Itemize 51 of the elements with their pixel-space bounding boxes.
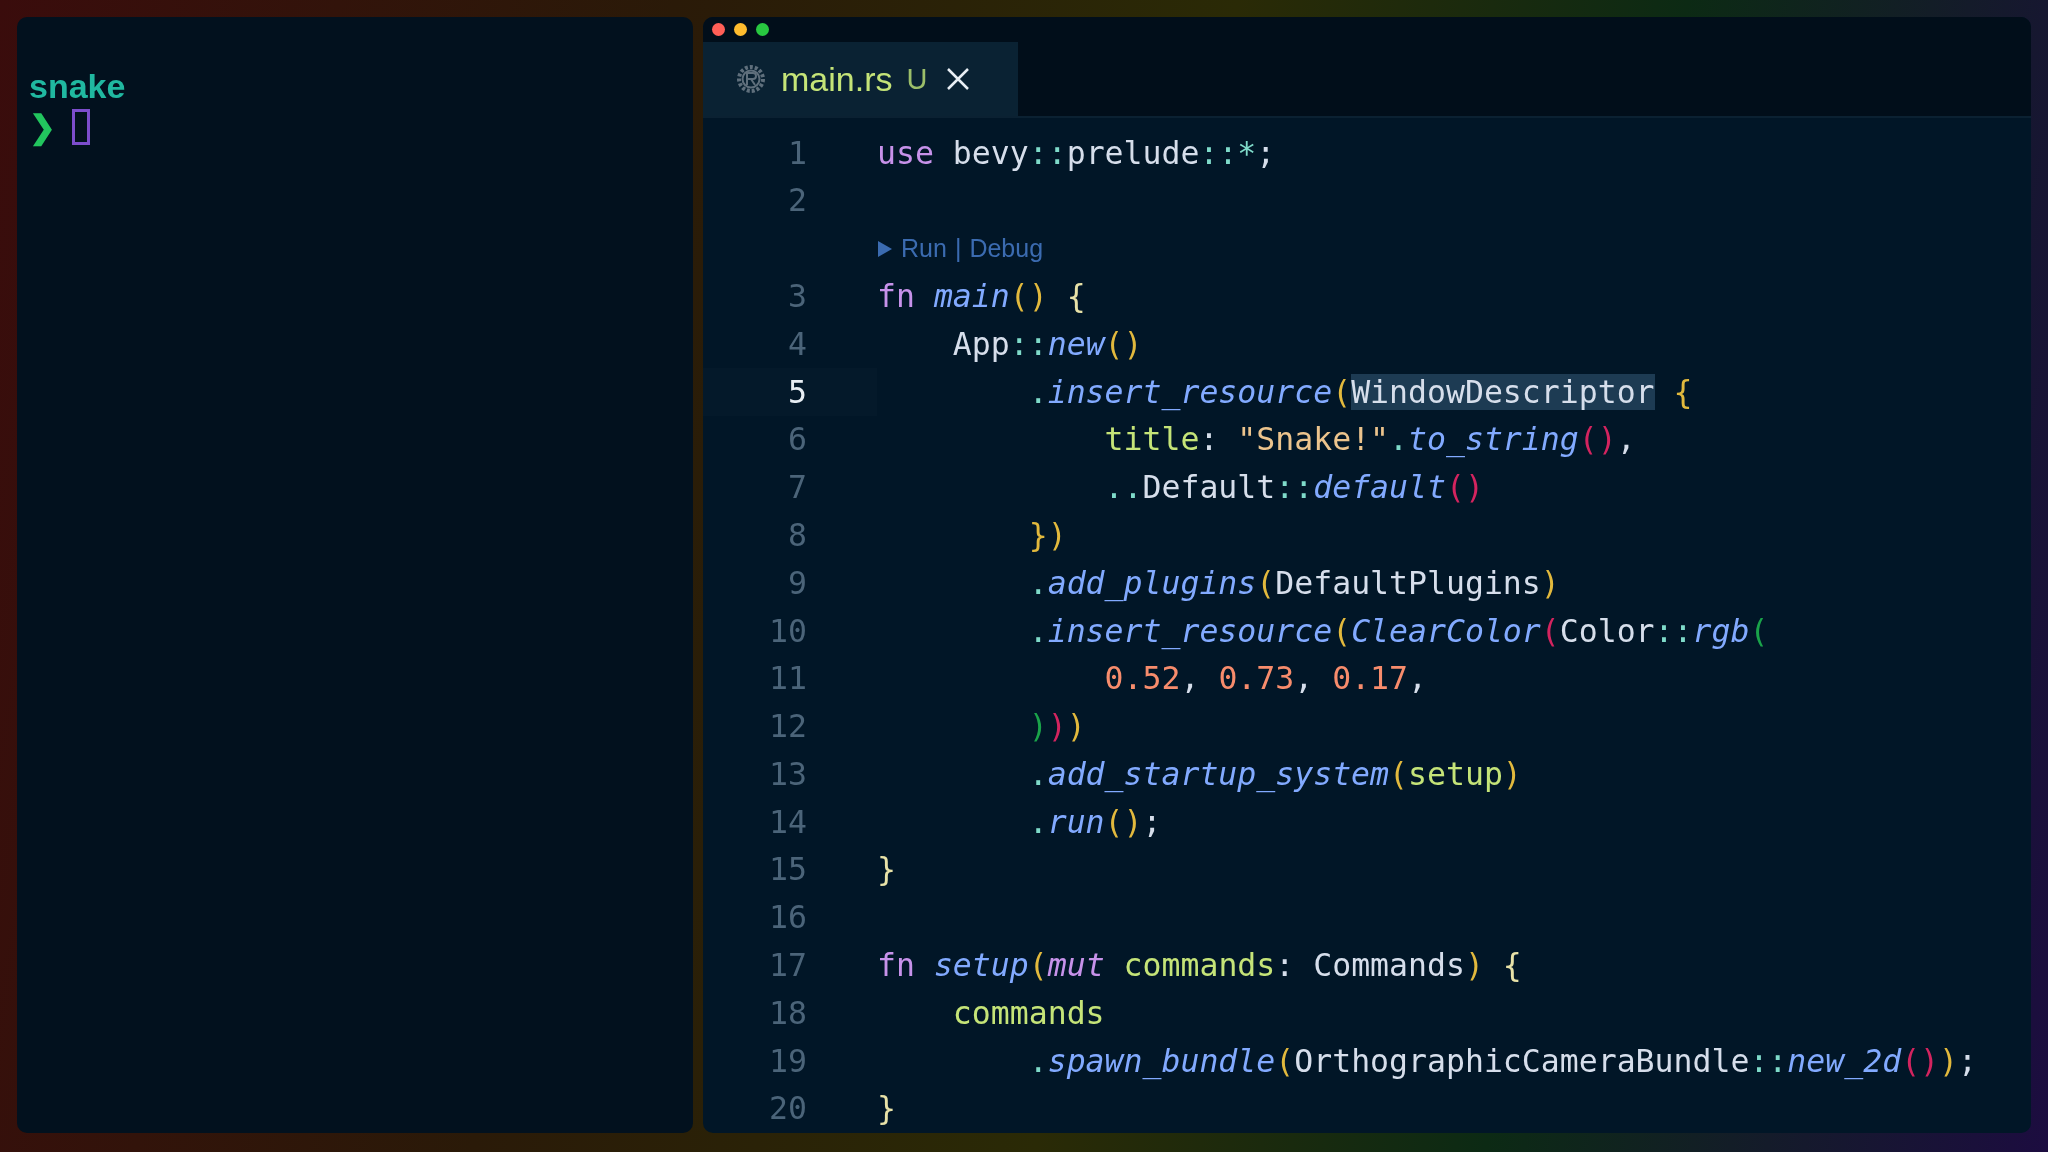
gear-icon (735, 63, 767, 96)
code-line: }) (1027, 515, 1067, 555)
line-number: 12 (768, 707, 807, 747)
code-line: fn main() { (877, 276, 1086, 316)
play-icon (877, 239, 893, 258)
code-line: use bevy::prelude::*; (877, 133, 1276, 173)
code-line: .insert_resource(ClearColor(Color::rgb( (1027, 611, 1769, 652)
line-number: 11 (768, 659, 807, 699)
code-line: commands (951, 993, 1105, 1033)
line-number: 15 (768, 850, 807, 890)
run-link[interactable]: Run (901, 230, 947, 268)
line-number: 8 (787, 515, 807, 555)
code-line: 0.52, 0.73, 0.17, (1103, 659, 1427, 699)
separator: | (954, 233, 962, 264)
code-line: .add_plugins(DefaultPlugins) (1027, 563, 1560, 604)
line-number: 17 (768, 946, 807, 986)
code-line: } (877, 850, 896, 890)
code-line: title: "Snake!".to_string(), (1103, 420, 1636, 460)
code-line: ..Default::default() (1103, 468, 1484, 508)
tab-filename: main.rs (781, 58, 893, 100)
line-number: 10 (768, 611, 807, 651)
line-number: 1 (787, 133, 807, 173)
code-line: .insert_resource(WindowDescriptor { (1027, 372, 1693, 413)
line-number: 18 (768, 993, 807, 1033)
code-line: .add_startup_system(setup) (1027, 754, 1522, 795)
code-line: fn setup(mut commands: Commands) { (877, 946, 1522, 986)
line-number: 7 (787, 468, 807, 508)
git-status-label: U (906, 61, 928, 97)
line-number: 2 (787, 181, 807, 221)
zoom-window-button[interactable] (756, 23, 769, 37)
line-number: 6 (787, 420, 807, 460)
code-line: .run(); (1027, 802, 1162, 842)
line-number: 3 (787, 276, 807, 316)
line-number: 14 (768, 802, 807, 842)
debug-link[interactable]: Debug (969, 230, 1044, 268)
code-line: ))) (1027, 707, 1086, 747)
line-number: 16 (768, 898, 807, 938)
terminal-cursor[interactable] (72, 109, 90, 145)
line-number: 4 (787, 324, 807, 364)
code-line: } (877, 1089, 896, 1129)
terminal-directory: snake (29, 67, 126, 105)
line-number: 19 (768, 1041, 807, 1081)
minimize-window-button[interactable] (734, 23, 747, 37)
code-line: .spawn_bundle(OrthographicCameraBundle::new_2d()); (1027, 1041, 1977, 1082)
line-number: 20 (768, 1089, 807, 1129)
editor-tab[interactable]: main.rs U (703, 42, 1018, 117)
close-window-button[interactable] (712, 23, 725, 37)
line-number: 9 (787, 563, 807, 603)
line-number: 13 (768, 754, 807, 794)
code-line: App::new() (951, 324, 1143, 364)
prompt-symbol: ❯ (29, 108, 56, 147)
